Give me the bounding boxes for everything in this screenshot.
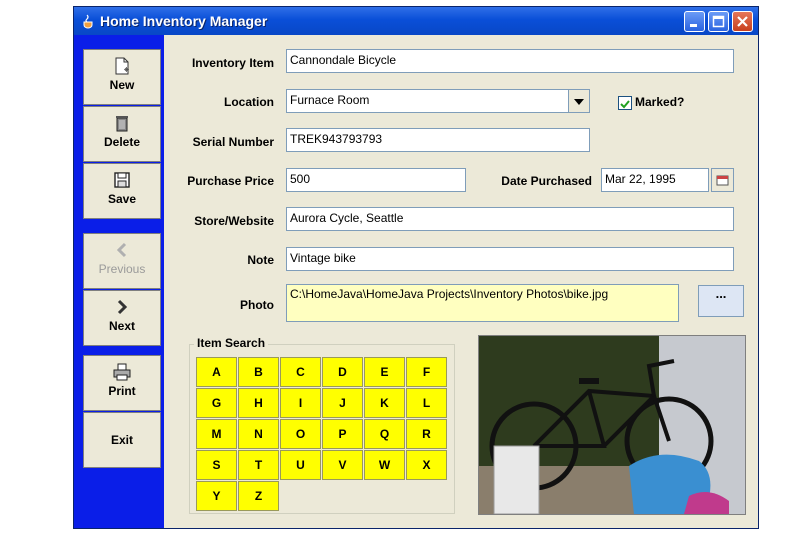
print-label: Print — [108, 384, 136, 398]
photo-label: Photo — [240, 298, 274, 312]
maximize-button[interactable] — [708, 11, 729, 32]
note-label: Note — [247, 253, 274, 267]
exit-button[interactable]: Exit — [83, 412, 161, 468]
delete-button[interactable]: Delete — [83, 106, 161, 162]
letter-button-u[interactable]: U — [280, 450, 321, 480]
printer-icon — [113, 363, 131, 381]
letter-button-r[interactable]: R — [406, 419, 447, 449]
chevron-down-icon — [574, 99, 584, 105]
letter-button-f[interactable]: F — [406, 357, 447, 387]
letter-button-m[interactable]: M — [196, 419, 237, 449]
delete-label: Delete — [103, 135, 141, 149]
save-button[interactable]: Save — [83, 163, 161, 219]
checkmark-icon — [620, 100, 630, 109]
letter-button-p[interactable]: P — [322, 419, 363, 449]
letter-button-j[interactable]: J — [322, 388, 363, 418]
letter-button-x[interactable]: X — [406, 450, 447, 480]
new-document-icon — [115, 57, 129, 75]
location-value: Furnace Room — [290, 93, 370, 107]
letter-button-a[interactable]: A — [196, 357, 237, 387]
new-button[interactable]: New — [83, 49, 161, 105]
title-bar[interactable]: Home Inventory Manager — [74, 7, 758, 35]
marked-checkbox[interactable] — [618, 96, 632, 110]
letter-button-n[interactable]: N — [238, 419, 279, 449]
exit-label: Exit — [110, 433, 133, 447]
letter-button-i[interactable]: I — [280, 388, 321, 418]
next-button[interactable]: Next — [83, 290, 161, 346]
location-combo[interactable]: Furnace Room — [286, 89, 590, 113]
letter-button-w[interactable]: W — [364, 450, 405, 480]
store-website-label: Store/Website — [194, 214, 274, 228]
letter-button-t[interactable]: T — [238, 450, 279, 480]
item-photo — [478, 335, 746, 515]
minimize-icon — [690, 24, 697, 27]
item-search-group: Item Search ABCDEF GHIJKL MNOPQR STUVWX YZ — [189, 336, 455, 514]
letter-button-v[interactable]: V — [322, 450, 363, 480]
letter-button-k[interactable]: K — [364, 388, 405, 418]
serial-number-label: Serial Number — [192, 135, 274, 149]
letter-button-g[interactable]: G — [196, 388, 237, 418]
app-window: Home Inventory Manager New Delete Save P… — [73, 6, 759, 529]
location-dropdown-button[interactable] — [568, 90, 589, 112]
save-label: Save — [107, 192, 137, 206]
date-purchased-field[interactable]: Mar 22, 1995 — [601, 168, 709, 192]
new-label: New — [109, 78, 135, 92]
previous-label: Previous — [98, 262, 146, 276]
letter-button-y[interactable]: Y — [196, 481, 237, 511]
letter-button-b[interactable]: B — [238, 357, 279, 387]
right-arrow-icon — [117, 299, 128, 315]
floppy-disk-icon — [114, 172, 130, 188]
letter-button-l[interactable]: L — [406, 388, 447, 418]
serial-number-field[interactable]: TREK943793793 — [286, 128, 590, 152]
letter-button-h[interactable]: H — [238, 388, 279, 418]
calendar-icon — [716, 175, 729, 186]
close-icon — [737, 16, 748, 27]
letter-button-z[interactable]: Z — [238, 481, 279, 511]
note-field[interactable]: Vintage bike — [286, 247, 734, 271]
marked-label: Marked? — [635, 95, 685, 109]
photo-path-field[interactable]: C:\HomeJava\HomeJava Projects\Inventory … — [286, 284, 679, 322]
letter-button-o[interactable]: O — [280, 419, 321, 449]
item-search-title: Item Search — [194, 336, 269, 350]
letter-button-e[interactable]: E — [364, 357, 405, 387]
left-arrow-icon — [116, 242, 127, 258]
letter-button-d[interactable]: D — [322, 357, 363, 387]
store-website-field[interactable]: Aurora Cycle, Seattle — [286, 207, 734, 231]
next-label: Next — [108, 319, 135, 333]
window-title: Home Inventory Manager — [100, 13, 268, 29]
inventory-item-label: Inventory Item — [191, 56, 274, 70]
purchase-price-field[interactable]: 500 — [286, 168, 466, 192]
close-button[interactable] — [732, 11, 753, 32]
minimize-button[interactable] — [684, 11, 705, 32]
inventory-item-field[interactable]: Cannondale Bicycle — [286, 49, 734, 73]
letter-button-c[interactable]: C — [280, 357, 321, 387]
calendar-button[interactable] — [711, 168, 734, 192]
previous-button[interactable]: Previous — [83, 233, 161, 289]
letter-button-s[interactable]: S — [196, 450, 237, 480]
bicycle-photo — [479, 336, 745, 515]
print-button[interactable]: Print — [83, 355, 161, 411]
java-cup-icon — [83, 14, 93, 29]
location-label: Location — [224, 95, 274, 109]
browse-photo-button[interactable]: ... — [698, 285, 744, 317]
trash-icon — [116, 116, 128, 132]
sidebar-toolbar: New Delete Save Previous Next Print Exit — [74, 35, 164, 528]
maximize-icon — [712, 15, 725, 28]
date-purchased-label: Date Purchased — [501, 174, 592, 188]
letter-button-q[interactable]: Q — [364, 419, 405, 449]
browse-label: ... — [715, 286, 727, 301]
purchase-price-label: Purchase Price — [187, 174, 274, 188]
